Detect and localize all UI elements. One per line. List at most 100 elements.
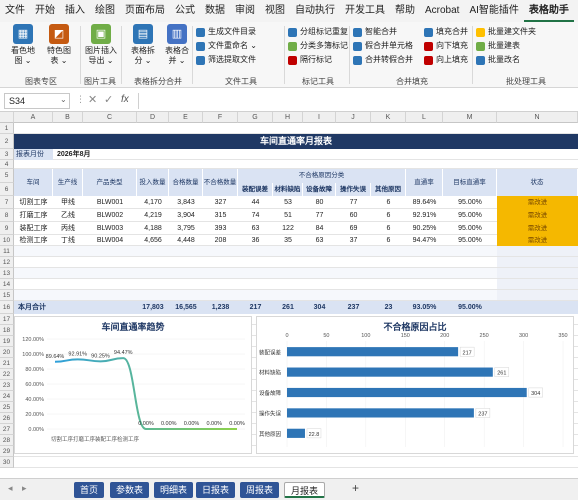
- row-reason[interactable]: 60: [336, 209, 371, 222]
- ribbon-small-button[interactable]: 文件重命名 ⌄: [196, 40, 257, 52]
- header-line[interactable]: 生产线: [53, 169, 83, 196]
- row-reason[interactable]: 84: [303, 222, 336, 235]
- row-header[interactable]: 20: [0, 347, 14, 358]
- row-defects[interactable]: 208: [203, 235, 238, 246]
- row-reason[interactable]: 63: [303, 235, 336, 246]
- bar-chart[interactable]: 不合格原因占比 0 50 100 150 200 250 300 350 装配误差 217 材料缺陷 2…: [256, 316, 574, 454]
- row-target[interactable]: 95.00%: [443, 196, 497, 209]
- total-reason[interactable]: 237: [336, 301, 371, 314]
- ribbon-small-button[interactable]: 合并转假合并: [353, 54, 413, 66]
- row-target[interactable]: 95.00%: [443, 235, 497, 246]
- menu-item[interactable]: 数据: [200, 0, 230, 22]
- header-target[interactable]: 目标直通率: [443, 169, 497, 196]
- row-input[interactable]: 4,170: [137, 196, 169, 209]
- header-reason-4[interactable]: 其他原因: [371, 183, 406, 196]
- menu-item[interactable]: Acrobat: [420, 0, 464, 22]
- menu-item[interactable]: 帮助: [390, 0, 420, 22]
- sheet-tab[interactable]: 首页: [74, 482, 105, 498]
- period-value[interactable]: 2026年8月: [53, 149, 137, 160]
- row-header[interactable]: 11: [0, 246, 14, 257]
- status-badge[interactable]: 需改进: [497, 196, 578, 209]
- row-passed[interactable]: 3,843: [169, 196, 203, 209]
- total-reason[interactable]: 261: [273, 301, 303, 314]
- row-header[interactable]: 29: [0, 446, 14, 457]
- total-target[interactable]: 95.00%: [443, 301, 497, 314]
- row-input[interactable]: 4,188: [137, 222, 169, 235]
- menu-item[interactable]: 文件: [0, 0, 30, 22]
- row-product[interactable]: BLW003: [83, 222, 137, 235]
- sheet-tab[interactable]: 参数表: [110, 482, 150, 498]
- row-header[interactable]: 6: [0, 183, 14, 196]
- ribbon-big-button[interactable]: ▣ 图片插入 导出 ⌄: [82, 24, 120, 66]
- ribbon-small-button[interactable]: 批量建表: [476, 40, 520, 52]
- row-rate[interactable]: 92.91%: [406, 209, 443, 222]
- sheet-tab[interactable]: 日报表: [196, 482, 236, 498]
- column-header[interactable]: E: [169, 112, 203, 123]
- total-status[interactable]: [497, 301, 578, 314]
- row-header[interactable]: 1: [0, 123, 14, 134]
- header-status[interactable]: 状态: [497, 169, 578, 196]
- row-workshop[interactable]: 检测工序: [14, 235, 53, 246]
- row-header[interactable]: 27: [0, 424, 14, 435]
- row-reason[interactable]: 36: [238, 235, 273, 246]
- ribbon-small-button[interactable]: 分类多簿标记: [288, 40, 348, 52]
- line-chart[interactable]: 车间直通率趋势 0.00% 20.00% 40.00% 60.00% 80.00% 100.…: [14, 316, 252, 454]
- row-header[interactable]: 26: [0, 413, 14, 424]
- row-header[interactable]: 22: [0, 369, 14, 380]
- report-title[interactable]: 车间直通率月报表: [14, 134, 578, 149]
- cancel-icon[interactable]: ✕: [88, 93, 97, 106]
- column-header[interactable]: I: [303, 112, 336, 123]
- total-reason[interactable]: 217: [238, 301, 273, 314]
- row-reason[interactable]: 63: [238, 222, 273, 235]
- row-line[interactable]: 甲线: [53, 196, 83, 209]
- row-reason[interactable]: 6: [371, 222, 406, 235]
- column-header[interactable]: L: [406, 112, 443, 123]
- sheet-tab[interactable]: 周报表: [240, 482, 280, 498]
- function-icon[interactable]: fx: [121, 94, 129, 105]
- menu-item[interactable]: 表格助手: [523, 0, 574, 22]
- row-header[interactable]: 25: [0, 402, 14, 413]
- row-header[interactable]: 7: [0, 196, 14, 209]
- row-reason[interactable]: 6: [371, 235, 406, 246]
- row-rate[interactable]: 94.47%: [406, 235, 443, 246]
- header-rate[interactable]: 直通率: [406, 169, 443, 196]
- ribbon-small-button[interactable]: 填充合并: [424, 26, 468, 38]
- ribbon-small-button[interactable]: 批量建文件夹: [476, 26, 536, 38]
- ribbon-small-button[interactable]: 智能合并: [353, 26, 397, 38]
- formula-input[interactable]: [138, 93, 574, 109]
- row-header[interactable]: 24: [0, 391, 14, 402]
- menu-item[interactable]: 审阅: [230, 0, 260, 22]
- column-header[interactable]: M: [443, 112, 497, 123]
- total-reason[interactable]: 304: [303, 301, 336, 314]
- row-product[interactable]: BLW002: [83, 209, 137, 222]
- row-header[interactable]: 10: [0, 235, 14, 246]
- row-header[interactable]: 23: [0, 380, 14, 391]
- sheet-tab[interactable]: 月报表: [284, 482, 326, 498]
- row-rate[interactable]: 89.64%: [406, 196, 443, 209]
- row-header[interactable]: 13: [0, 268, 14, 279]
- row-header[interactable]: 2: [0, 134, 14, 149]
- column-header[interactable]: H: [273, 112, 303, 123]
- row-reason[interactable]: 51: [273, 209, 303, 222]
- row-reason[interactable]: 77: [303, 209, 336, 222]
- menu-item[interactable]: 绘图: [90, 0, 120, 22]
- status-badge[interactable]: 需改进: [497, 222, 578, 235]
- status-badge[interactable]: 需改进: [497, 235, 578, 246]
- confirm-icon[interactable]: ✓: [104, 93, 113, 106]
- ribbon-small-button[interactable]: 向上填充: [424, 54, 468, 66]
- ribbon-small-button[interactable]: 向下填充: [424, 40, 468, 52]
- row-input[interactable]: 4,219: [137, 209, 169, 222]
- menu-item[interactable]: 自动执行: [290, 0, 340, 22]
- grid-corner[interactable]: [0, 112, 14, 123]
- menu-item[interactable]: 开发工具: [340, 0, 390, 22]
- row-reason[interactable]: 74: [238, 209, 273, 222]
- row-passed[interactable]: 3,904: [169, 209, 203, 222]
- row-header[interactable]: 28: [0, 435, 14, 446]
- row-header[interactable]: 3: [0, 149, 14, 160]
- status-badge[interactable]: 需改进: [497, 209, 578, 222]
- ribbon-big-button[interactable]: ▤ 表格拆 分 ⌄: [124, 24, 162, 66]
- period-label[interactable]: 报表月份: [14, 149, 53, 160]
- row-reason[interactable]: 44: [238, 196, 273, 209]
- row-workshop[interactable]: 打磨工序: [14, 209, 53, 222]
- row-header[interactable]: 18: [0, 325, 14, 336]
